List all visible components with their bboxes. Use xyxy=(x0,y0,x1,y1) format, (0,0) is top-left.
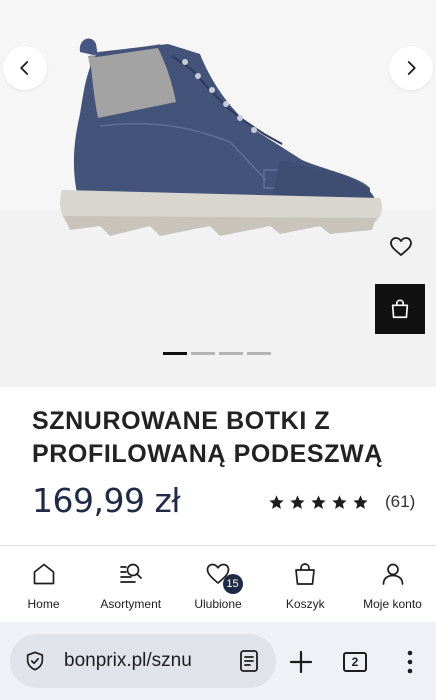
search-list-icon xyxy=(119,563,142,583)
nav-item-assortment[interactable]: Asortyment xyxy=(87,546,174,622)
nav-item-favorites[interactable]: 15 Ulubione xyxy=(175,546,262,622)
user-icon xyxy=(382,563,403,585)
product-gallery[interactable] xyxy=(0,0,436,387)
url-text[interactable]: bonprix.pl/sznu xyxy=(64,650,214,672)
gallery-dot[interactable] xyxy=(163,352,187,355)
review-count[interactable]: (61) xyxy=(385,492,415,512)
gallery-prev-button[interactable] xyxy=(3,46,47,90)
gallery-dot[interactable] xyxy=(191,352,215,355)
gallery-dot[interactable] xyxy=(247,352,271,355)
gallery-next-button[interactable] xyxy=(389,46,433,90)
star-icon xyxy=(332,494,347,509)
wishlist-button[interactable] xyxy=(377,223,425,271)
gallery-dot[interactable] xyxy=(219,352,243,355)
add-to-cart-button[interactable] xyxy=(375,284,425,334)
star-icon xyxy=(311,494,326,509)
star-icon xyxy=(269,494,284,509)
nav-item-label: Ulubione xyxy=(194,597,242,611)
heart-icon xyxy=(390,237,412,256)
chevron-right-icon xyxy=(407,61,416,75)
shopping-bag-icon xyxy=(391,299,409,319)
nav-item-account[interactable]: Moje konto xyxy=(349,546,436,622)
star-icon xyxy=(353,494,368,509)
favorites-count-badge: 15 xyxy=(222,574,243,594)
product-image xyxy=(60,38,383,236)
nav-item-label: Moje konto xyxy=(363,597,422,611)
browser-toolbar: bonprix.pl/sznu 2 xyxy=(0,622,436,700)
tabs-button[interactable]: 2 xyxy=(343,652,367,672)
nav-item-home[interactable]: Home xyxy=(0,546,87,622)
plus-icon[interactable] xyxy=(287,648,315,676)
nav-item-label: Asortyment xyxy=(100,597,162,611)
home-icon xyxy=(33,563,54,585)
tab-count: 2 xyxy=(351,655,359,669)
rating-stars xyxy=(268,494,369,511)
shopping-bag-icon xyxy=(295,563,316,585)
product-title: SZNUROWANE BOTKI Z PROFILOWANĄ PODESZWĄ xyxy=(32,407,383,468)
chevron-left-icon xyxy=(20,61,29,75)
nav-item-label: Home xyxy=(27,597,60,611)
gallery-pagination xyxy=(163,352,271,355)
nav-item-cart[interactable]: Koszyk xyxy=(262,546,349,622)
product-rating[interactable]: (61) xyxy=(268,490,415,514)
nav-item-label: Koszyk xyxy=(285,597,325,611)
bottom-navigation: Home Asortyment 15 Ulubione Koszyk Moje … xyxy=(0,546,436,622)
product-price: 169,99 zł xyxy=(32,481,181,520)
star-icon xyxy=(290,494,305,509)
address-bar[interactable]: bonprix.pl/sznu xyxy=(10,634,276,688)
reader-mode-icon[interactable] xyxy=(238,649,260,673)
more-vertical-icon[interactable] xyxy=(398,648,422,676)
shield-icon[interactable] xyxy=(24,650,46,672)
